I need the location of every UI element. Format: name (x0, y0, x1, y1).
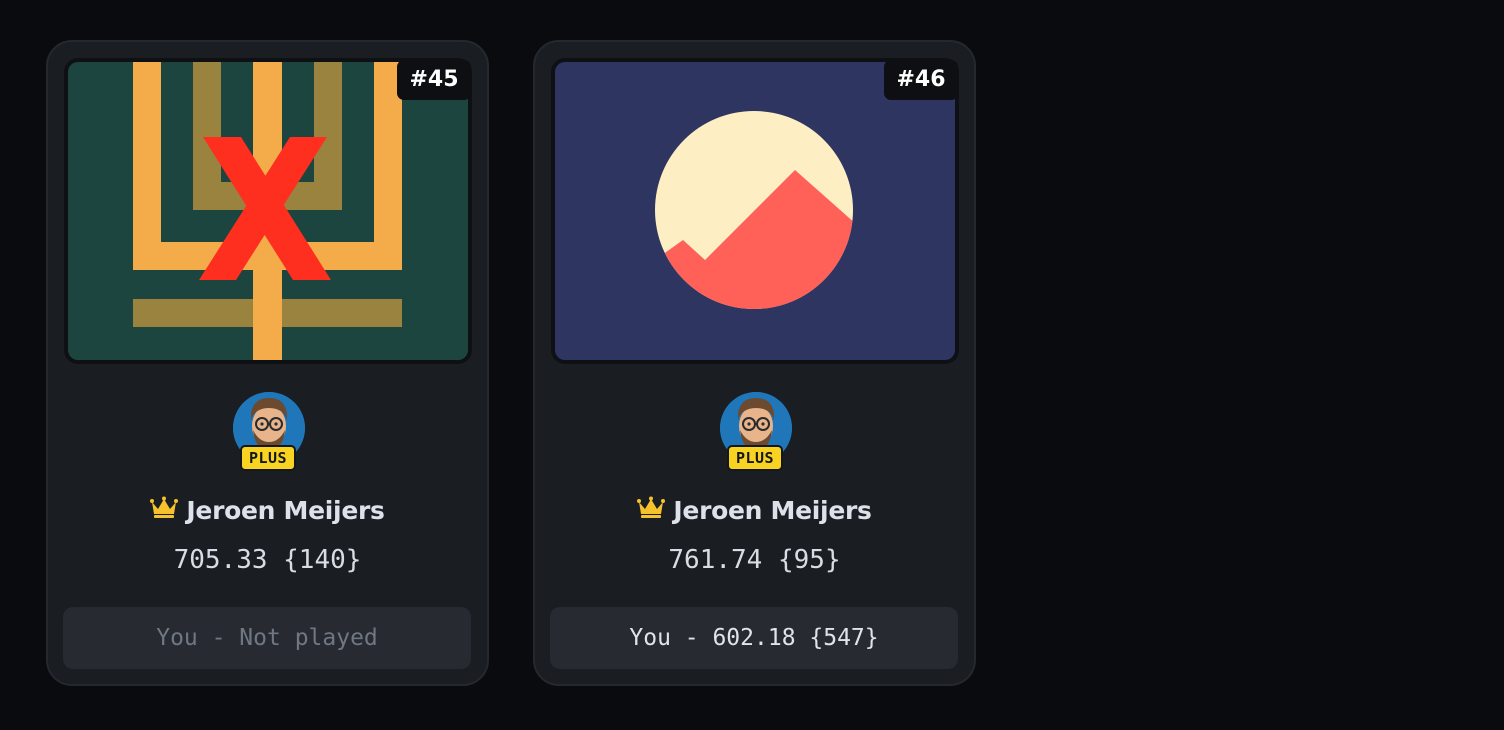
challenge-number-badge: #45 (397, 60, 471, 100)
challenge-thumbnail-frame[interactable] (551, 58, 959, 364)
challenge-card[interactable]: #45 PLUS Jeroen Meijers 705.33 {140} You… (46, 40, 489, 686)
plus-badge: PLUS (727, 445, 783, 471)
your-result-button[interactable]: You - 602.18 {547} (550, 607, 958, 669)
author-name[interactable]: Jeroen Meijers (186, 496, 384, 525)
challenge-image[interactable] (555, 62, 955, 360)
your-result-button[interactable]: You - Not played (63, 607, 471, 669)
author-avatar-group[interactable]: PLUS (718, 392, 794, 476)
crown-icon (150, 491, 179, 529)
plus-badge: PLUS (240, 445, 296, 471)
challenge-number-badge: #46 (884, 60, 958, 100)
challenge-image[interactable] (68, 62, 468, 360)
challenge-card[interactable]: #46 PLUS Jeroen Meijers 761.74 {95} You … (533, 40, 976, 686)
author-name-row[interactable]: Jeroen Meijers (48, 492, 487, 530)
challenge-score: 705.33 {140} (173, 545, 362, 575)
challenge-score: 761.74 {95} (668, 545, 841, 575)
author-name[interactable]: Jeroen Meijers (673, 496, 871, 525)
challenge-grid: #45 PLUS Jeroen Meijers 705.33 {140} You… (46, 40, 976, 686)
crown-icon (637, 491, 666, 529)
author-name-row[interactable]: Jeroen Meijers (535, 492, 974, 530)
challenge-thumbnail-frame[interactable] (64, 58, 472, 364)
author-avatar-group[interactable]: PLUS (231, 392, 307, 476)
